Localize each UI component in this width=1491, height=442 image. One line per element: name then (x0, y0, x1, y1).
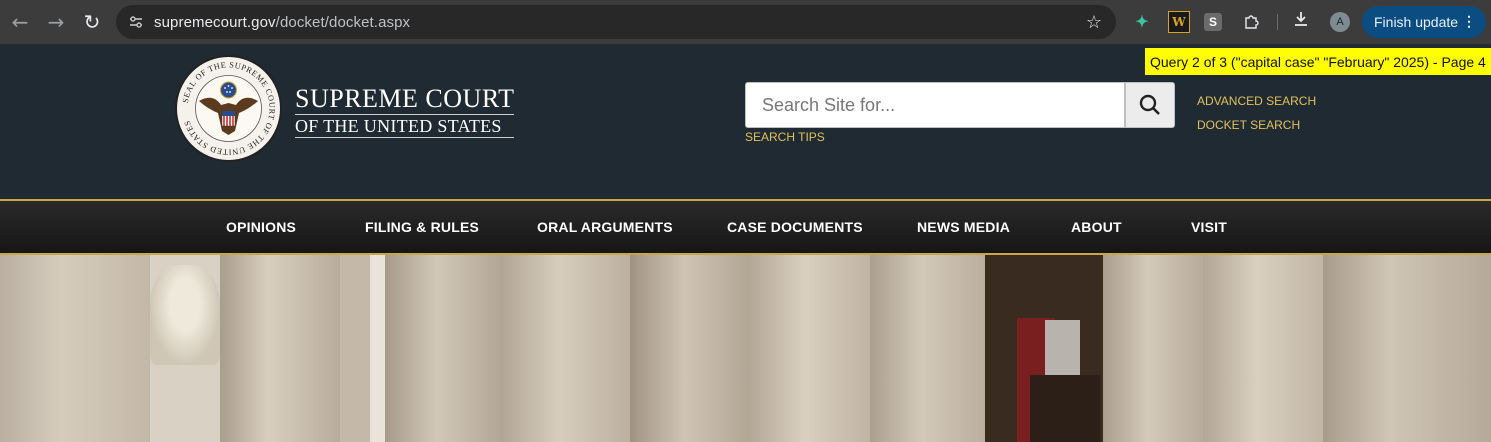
download-icon[interactable] (1293, 10, 1309, 32)
advanced-search-link[interactable]: ADVANCED SEARCH (1197, 89, 1316, 113)
brand-line-2: OF THE UNITED STATES (295, 115, 515, 138)
back-icon[interactable]: ← (2, 4, 38, 40)
browser-toolbar: ← → ↻ supremecourt.gov/docket/docket.asp… (0, 0, 1491, 44)
search-placeholder: Search Site for... (762, 94, 896, 115)
site-search-input[interactable]: Search Site for... (745, 82, 1125, 128)
url-text[interactable]: supremecourt.gov/docket/docket.aspx (154, 14, 410, 31)
extension-w-label: W (1172, 15, 1186, 29)
brand-line-1: SUPREME COURT (295, 84, 515, 115)
search-icon (1139, 94, 1160, 115)
more-vert-icon[interactable]: ⋮ (1462, 13, 1476, 30)
nav-opinions[interactable]: OPINIONS (226, 219, 296, 235)
finish-update-label: Finish update (1374, 14, 1459, 30)
court-seal-logo[interactable]: SEAL OF THE SUPREME COURT OF THE UNITED … (175, 55, 282, 162)
toolbar-divider (1277, 14, 1278, 30)
extension-leaf-icon[interactable]: ✦ (1131, 11, 1153, 33)
find-query-banner: Query 2 of 3 ("capital case" "February" … (1145, 48, 1491, 75)
nav-visit[interactable]: VISIT (1191, 219, 1227, 235)
nav-filing-rules[interactable]: FILING & RULES (365, 219, 479, 235)
url-path: /docket/docket.aspx (275, 13, 411, 31)
nav-about[interactable]: ABOUT (1071, 219, 1122, 235)
nav-oral-arguments[interactable]: ORAL ARGUMENTS (537, 219, 673, 235)
bookmark-star-icon[interactable]: ☆ (1086, 12, 1102, 33)
extension-s-icon[interactable]: S (1204, 13, 1222, 31)
avatar-letter: A (1336, 16, 1344, 28)
search-links: ADVANCED SEARCH DOCKET SEARCH (1197, 89, 1316, 137)
hero-courtroom-image (0, 255, 1491, 442)
reload-icon[interactable]: ↻ (74, 4, 110, 40)
marble-bust (150, 265, 220, 365)
finish-update-button[interactable]: Finish update ⋮ (1362, 6, 1486, 38)
profile-avatar[interactable]: A (1330, 12, 1350, 32)
extension-w-icon[interactable]: W (1168, 11, 1190, 33)
forward-icon[interactable]: → (38, 4, 74, 40)
site-info-icon[interactable] (118, 14, 154, 30)
nav-news-media[interactable]: NEWS MEDIA (917, 219, 1010, 235)
extensions-puzzle-icon[interactable] (1240, 11, 1262, 33)
search-button[interactable] (1125, 82, 1175, 128)
address-bar[interactable]: supremecourt.gov/docket/docket.aspx ☆ (116, 5, 1116, 39)
nav-case-documents[interactable]: CASE DOCUMENTS (727, 219, 863, 235)
site-brand[interactable]: SUPREME COURT OF THE UNITED STATES (295, 84, 515, 138)
search-tips-link[interactable]: SEARCH TIPS (745, 130, 825, 144)
main-nav: OPINIONS FILING & RULES ORAL ARGUMENTS C… (0, 199, 1491, 255)
extension-s-label: S (1208, 15, 1217, 29)
seal-graphic: SEAL OF THE SUPREME COURT OF THE UNITED … (181, 60, 276, 156)
docket-search-link[interactable]: DOCKET SEARCH (1197, 113, 1316, 137)
url-host: supremecourt.gov (154, 13, 276, 31)
